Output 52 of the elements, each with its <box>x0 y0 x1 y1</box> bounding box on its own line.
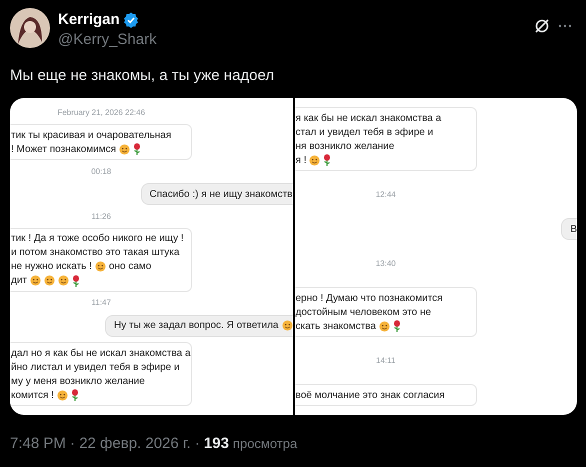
message-text: скать знакомства <box>296 320 376 334</box>
smiley-icon <box>282 320 292 332</box>
message-text: комится ! <box>11 388 54 402</box>
smiley-icon <box>119 144 130 155</box>
timestamp: 11:26 <box>92 210 111 222</box>
smiley-icon <box>94 261 106 272</box>
message-text: достойным человеком это не <box>296 306 432 320</box>
views-label: просмотра <box>232 435 298 453</box>
message-text: стал и увидел тебя в эфире и <box>296 126 434 140</box>
tweet-text: Мы еще не знакомы, а ты уже надоел <box>10 66 276 86</box>
message-text: не нужно искать ! <box>11 260 92 274</box>
smiley-icon <box>309 154 320 166</box>
smiley-icon <box>44 275 56 286</box>
message-text: оно само <box>108 260 152 274</box>
timestamp: 13:40 <box>376 258 396 270</box>
message-text: йно листал и увидел тебя в эфире и <box>11 360 180 374</box>
post-timestamp[interactable]: 7:48 PM · 22 февр. 2026 г. · <box>10 433 200 456</box>
author-name[interactable]: Kerrigan <box>58 10 120 30</box>
message-text: я как бы не искал знакомства а <box>296 112 442 126</box>
message-text: тик ! Да я тоже особо никого не ищу ! <box>11 232 184 246</box>
message-text: я ! <box>296 154 306 168</box>
message-text: воё молчание это знак согласия <box>296 388 445 402</box>
smiley-icon <box>30 275 42 286</box>
message-text: В <box>570 222 577 236</box>
message-text: дит <box>11 274 28 288</box>
message-text: ! Может познакомимся <box>11 142 116 157</box>
message-text: му у меня возникло желание <box>11 374 145 388</box>
avatar[interactable] <box>10 8 50 48</box>
smiley-icon <box>56 390 68 400</box>
message-text: и потом знакомство это такая штука <box>11 246 180 260</box>
slashed-circle-icon[interactable] <box>534 18 550 34</box>
message-text: дал но я как бы не искал знакомства а <box>11 346 191 360</box>
timestamp: February 21, 2026 22:46 <box>57 107 146 119</box>
rose-icon <box>323 154 332 166</box>
more-options-icon[interactable] <box>558 24 572 28</box>
rose-icon <box>70 389 79 401</box>
message-text: тик ты красивая и очаровательная <box>11 128 172 143</box>
timestamp: 00:18 <box>91 166 112 178</box>
message-text: Спасибо :) я не ищу знакомств <box>150 188 292 202</box>
author-handle[interactable]: @Kerry_Shark <box>58 30 157 50</box>
view-count: 193 <box>204 434 229 454</box>
rose-icon <box>72 274 80 287</box>
rose-icon <box>392 320 401 332</box>
timestamp: 14:11 <box>376 354 396 366</box>
smiley-icon <box>58 275 70 286</box>
timestamp: 11:47 <box>92 297 111 310</box>
rose-icon <box>133 143 142 156</box>
message-text: ня возникло желание <box>296 140 394 154</box>
message-text: Ну ты же задал вопрос. Я ответила <box>114 319 278 334</box>
message-text: ерно ! Думаю что познакомится <box>296 292 443 306</box>
smiley-icon <box>378 320 390 332</box>
timestamp: 12:44 <box>376 188 396 200</box>
